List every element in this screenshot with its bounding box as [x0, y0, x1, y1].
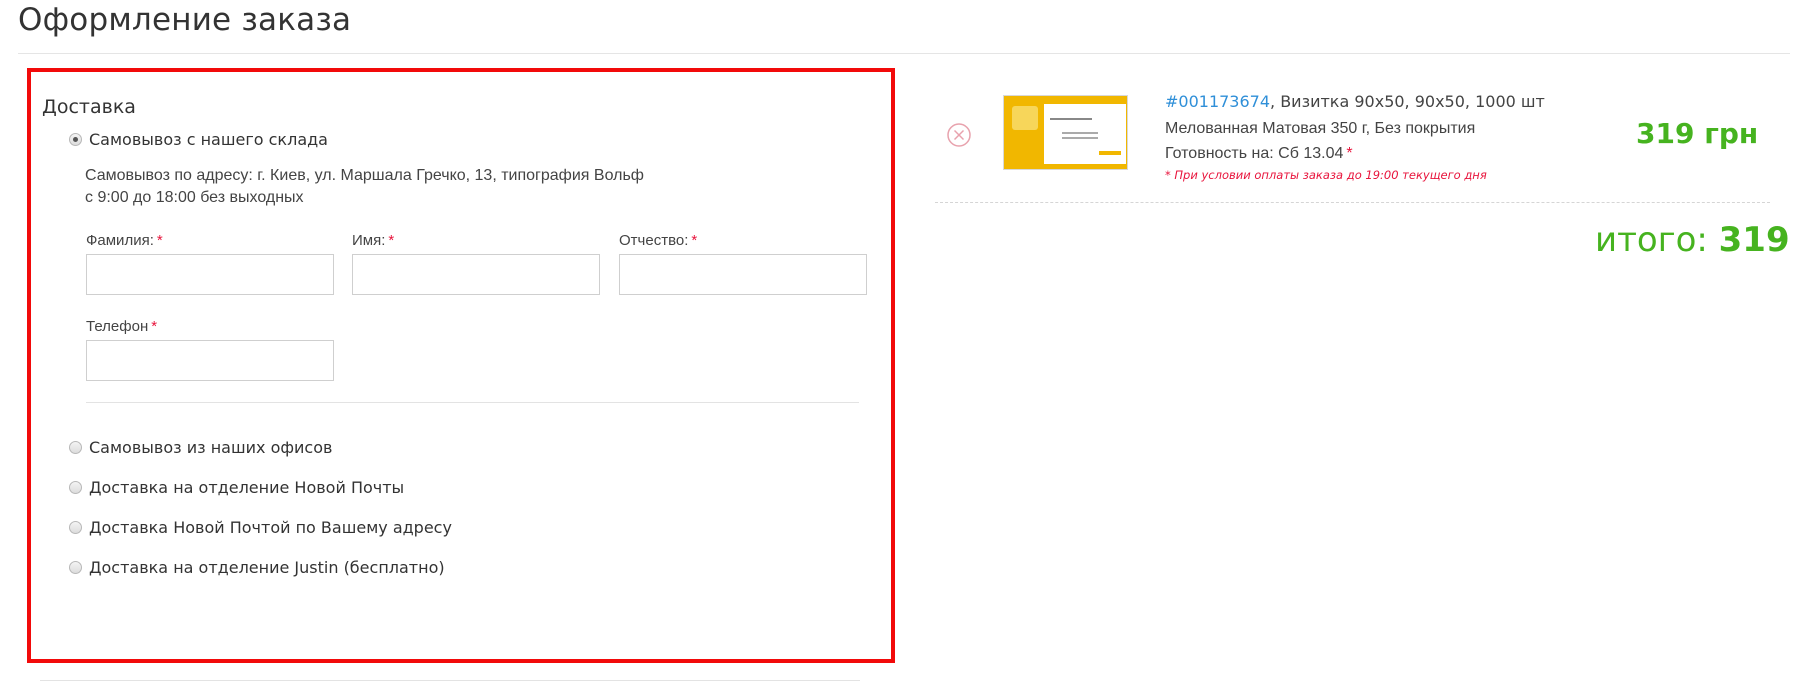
pickup-hours: с 9:00 до 18:00 без выходных	[85, 189, 304, 206]
required-mark: *	[388, 232, 395, 249]
total-label: итого:	[1595, 220, 1708, 260]
page-title: Оформление заказа	[18, 2, 352, 38]
delivery-option-office-pickup[interactable]: Самовывоз из наших офисов	[69, 438, 332, 457]
phone-label: Телефон *	[86, 318, 158, 335]
radio-button[interactable]	[69, 441, 82, 454]
radio-button[interactable]	[69, 481, 82, 494]
item-paper: Мелованная Матовая 350 г, Без покрытия	[1165, 120, 1476, 137]
thumb-text-line	[1062, 132, 1098, 134]
cart-divider	[935, 202, 1770, 203]
delivery-option-label: Доставка на отделение Justin (бесплатно)	[89, 558, 445, 577]
required-mark: *	[691, 232, 698, 249]
required-mark: *	[151, 318, 158, 335]
thumb-accent	[1099, 151, 1121, 155]
delivery-section: Доставка Самовывоз с нашего склада Самов…	[27, 68, 895, 663]
patronymic-label: Отчество: *	[619, 232, 698, 249]
delivery-option-label: Доставка Новой Почтой по Вашему адресу	[89, 518, 452, 537]
payment-note: * При условии оплаты заказа до 19:00 тек…	[1165, 168, 1487, 182]
delivery-option-label: Доставка на отделение Новой Почты	[89, 478, 405, 497]
remove-item-icon[interactable]	[946, 122, 972, 148]
radio-button[interactable]	[69, 521, 82, 534]
delivery-option-warehouse-pickup[interactable]: Самовывоз с нашего склада	[69, 130, 328, 149]
order-total: итого: 319 грн	[1595, 220, 1801, 260]
item-description: , Визитка 90x50, 90x50, 1000 шт	[1270, 92, 1545, 111]
delivery-option-nova-poshta-branch[interactable]: Доставка на отделение Новой Почты	[69, 478, 404, 497]
item-title: #001173674, Визитка 90x50, 90x50, 1000 ш…	[1165, 92, 1545, 111]
item-price: 319 грн	[1636, 117, 1759, 150]
product-thumbnail[interactable]	[1003, 95, 1128, 170]
required-mark: *	[156, 232, 163, 249]
required-mark: *	[1346, 145, 1353, 162]
delivery-option-nova-poshta-address[interactable]: Доставка Новой Почтой по Вашему адресу	[69, 518, 452, 537]
first-name-input[interactable]	[352, 254, 600, 295]
last-name-input[interactable]	[86, 254, 334, 295]
total-amount: 319 грн	[1718, 220, 1801, 260]
product-logo-icon	[1012, 106, 1038, 130]
delivery-option-justin-branch[interactable]: Доставка на отделение Justin (бесплатно)	[69, 558, 445, 577]
section-bottom-divider	[40, 680, 860, 681]
order-id-link[interactable]: #001173674	[1165, 92, 1270, 111]
radio-button[interactable]	[69, 561, 82, 574]
first-name-label: Имя: *	[352, 232, 395, 249]
delivery-option-label: Самовывоз из наших офисов	[89, 438, 333, 457]
business-card-face	[1044, 104, 1126, 164]
thumb-text-line	[1062, 137, 1098, 139]
patronymic-input[interactable]	[619, 254, 867, 295]
thumb-text-line	[1050, 118, 1092, 120]
last-name-label: Фамилия: *	[86, 232, 163, 249]
title-divider	[18, 53, 1790, 54]
radio-button-checked[interactable]	[69, 133, 82, 146]
item-ready-date: Готовность на: Сб 13.04 *	[1165, 145, 1353, 162]
pickup-address: Самовывоз по адресу: г. Киев, ул. Маршал…	[85, 167, 644, 184]
delivery-section-title: Доставка	[42, 96, 136, 118]
options-divider	[86, 402, 859, 403]
phone-input[interactable]	[86, 340, 334, 381]
delivery-option-label: Самовывоз с нашего склада	[89, 130, 328, 149]
